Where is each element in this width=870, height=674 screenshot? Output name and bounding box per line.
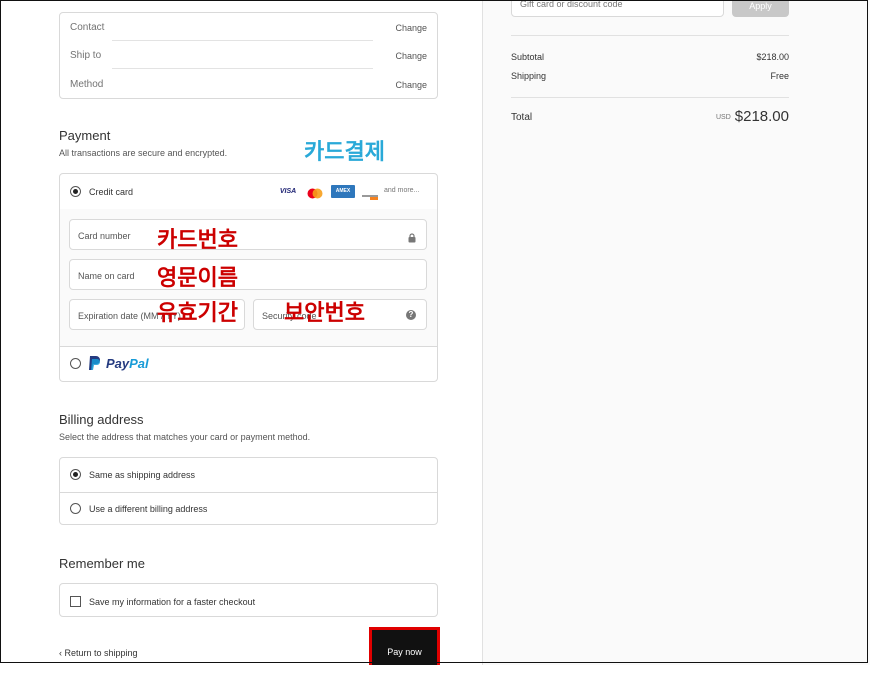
- screenshot-frame: [0, 0, 868, 663]
